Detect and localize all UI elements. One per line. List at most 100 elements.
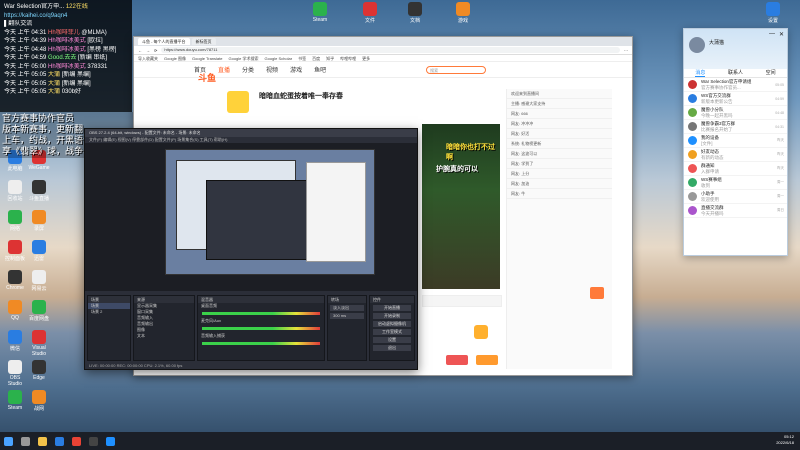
- desktop-icon[interactable]: Steam: [2, 390, 28, 411]
- bookmark-item[interactable]: 导入收藏夹: [138, 55, 158, 61]
- duration-field[interactable]: 300 ms: [330, 313, 364, 319]
- desktop-icon[interactable]: Steam: [307, 2, 333, 23]
- conversation-item[interactable]: 直播交流群 今天开播吗 周日: [684, 204, 787, 218]
- refresh-icon[interactable]: ⟳: [154, 48, 157, 53]
- volume-meter[interactable]: [202, 327, 320, 330]
- obs-control-button[interactable]: 退出: [373, 345, 411, 351]
- send-button[interactable]: [590, 287, 604, 299]
- conversation-item[interactable]: 魔兽争霸3官方群 比赛报名开始了 04:31: [684, 120, 787, 134]
- nav-item[interactable]: 鱼吧: [314, 65, 326, 74]
- conversation-item[interactable]: WS赛事组 收到 周一: [684, 176, 787, 190]
- desktop-icon[interactable]: Chrome: [2, 270, 28, 291]
- tab-contacts[interactable]: 联系人: [728, 69, 743, 77]
- desktop-icon[interactable]: OBS Studio: [2, 360, 28, 387]
- site-logo[interactable]: 斗鱼: [198, 71, 216, 84]
- bookmark-item[interactable]: 哔哩哔哩: [340, 55, 356, 61]
- obs-control-button[interactable]: 开始录制: [373, 313, 411, 319]
- nav-item[interactable]: 直播: [218, 65, 230, 74]
- desktop-icon[interactable]: Edge: [26, 360, 52, 381]
- obs-preview[interactable]: [85, 143, 417, 291]
- bookmark-item[interactable]: Google 学术搜索: [228, 55, 258, 61]
- site-search-input[interactable]: 搜索: [426, 65, 487, 74]
- desktop-icon[interactable]: 文档: [402, 2, 428, 24]
- conversation-item[interactable]: War Selection官方申请组 官方赛事协作官员... 05:05: [684, 78, 787, 92]
- controls-dock: 控件 开始直播 开始录制 启动虚拟摄像机 工作室模式 设置 退出: [369, 295, 415, 361]
- chat-message: 网友: 666: [507, 109, 612, 119]
- log-time: 今天 上午 04:59: [4, 55, 49, 61]
- bottom-gift-button[interactable]: [474, 325, 488, 339]
- bookmark-item[interactable]: 百度: [312, 55, 320, 61]
- desktop-icon[interactable]: 控制面板: [2, 240, 28, 262]
- conversation-item[interactable]: 魔兽小分队 今晚一起开黑吗 04:48: [684, 106, 787, 120]
- url-field[interactable]: https://www.douyu.com/78711: [161, 47, 620, 53]
- overlay-link[interactable]: https://kaihei.co/q9aqn4: [4, 12, 128, 21]
- bookmark-item[interactable]: Google Scholar: [265, 55, 293, 61]
- volume-meter[interactable]: [202, 342, 320, 345]
- start-icon[interactable]: [4, 436, 13, 446]
- system-tray-clock[interactable]: 05:12 2022/6/18: [776, 434, 794, 446]
- desktop-icon[interactable]: QQ: [2, 300, 28, 321]
- bookmark-item[interactable]: 更多: [362, 55, 370, 61]
- overlay-channel[interactable]: ▌翻队交流: [4, 20, 128, 29]
- desktop-icon[interactable]: 设置: [760, 2, 786, 24]
- bottom-action-button[interactable]: [476, 355, 498, 365]
- desktop-icon[interactable]: 网络: [2, 210, 28, 232]
- desktop-icon[interactable]: 录屏: [26, 210, 52, 232]
- browser-tab[interactable]: 新标签页: [191, 38, 216, 45]
- scene-item[interactable]: 场景 2: [88, 309, 130, 315]
- bookmark-item[interactable]: Google 图像: [164, 55, 186, 61]
- bookmark-item[interactable]: 知乎: [326, 55, 334, 61]
- bookmark-item[interactable]: Google Translate: [192, 55, 222, 61]
- menu-icon[interactable]: ⋯: [624, 48, 628, 53]
- obs-control-button[interactable]: 工作室模式: [373, 329, 411, 335]
- desktop-icon[interactable]: Visual Studio: [26, 330, 52, 357]
- conversation-item[interactable]: 好友动态 有新的动态 昨天: [684, 148, 787, 162]
- live-video[interactable]: 暗暗你也打不过啊 护腕真的可以: [422, 124, 500, 289]
- conversation-preview: 有新的动态: [701, 154, 724, 160]
- obs-control-button[interactable]: 启动虚拟摄像机: [373, 321, 411, 327]
- search-icon[interactable]: [21, 436, 30, 446]
- edge-icon[interactable]: [55, 436, 64, 446]
- tab-messages[interactable]: 消息: [695, 69, 706, 77]
- chrome-icon[interactable]: [72, 436, 81, 446]
- desktop-icon[interactable]: 游戏: [450, 2, 476, 24]
- desktop-icon-label: 文档: [409, 18, 420, 24]
- back-icon[interactable]: ←: [138, 48, 142, 53]
- desktop-icon[interactable]: 回收站: [2, 180, 28, 202]
- explorer-icon[interactable]: [38, 436, 47, 446]
- nav-item[interactable]: 视频: [266, 65, 278, 74]
- tab-space[interactable]: 空间: [766, 69, 776, 77]
- conversation-item[interactable]: 我的设备 [文件] 昨天: [684, 134, 787, 148]
- desktop-icon[interactable]: 百度网盘: [26, 300, 52, 322]
- conversation-item[interactable]: WS官方交流群 新版本更新公告 04:59: [684, 92, 787, 106]
- log-time: 今天 上午 04:39: [4, 38, 49, 44]
- nav-item[interactable]: 分类: [242, 65, 254, 74]
- conversation-item[interactable]: 小助手 欢迎使用 周一: [684, 190, 787, 204]
- desktop-icon-label: 文件: [364, 18, 375, 24]
- minimize-icon[interactable]: —: [769, 31, 775, 37]
- desktop-icon[interactable]: 微信: [2, 330, 28, 352]
- obs-control-button[interactable]: 开始直播: [373, 305, 411, 311]
- obs-control-button[interactable]: 设置: [373, 337, 411, 343]
- browser-tab[interactable]: 斗鱼 - 每个人的直播平台: [138, 38, 190, 45]
- qq-icon[interactable]: [106, 436, 115, 446]
- chat-message: 网友: 冲冲冲: [507, 119, 612, 129]
- volume-meter[interactable]: [202, 312, 320, 315]
- transition-select[interactable]: 淡入淡出: [330, 305, 364, 311]
- desktop-icon[interactable]: 迅雷: [26, 240, 52, 262]
- streamer-avatar[interactable]: [227, 91, 249, 113]
- desktop-icon[interactable]: 网易云: [26, 270, 52, 292]
- desktop-icon[interactable]: 战网: [26, 390, 52, 412]
- source-item[interactable]: 文本: [134, 333, 194, 339]
- bookmark-item[interactable]: 书签: [298, 55, 306, 61]
- bottom-action-button[interactable]: [446, 355, 468, 365]
- desktop-icon[interactable]: 文件: [357, 2, 383, 24]
- chat-message: 网友: 加油: [507, 179, 612, 189]
- forward-icon[interactable]: →: [146, 48, 150, 53]
- nav-item[interactable]: 游戏: [290, 65, 302, 74]
- conversation-item[interactable]: 群通知 入群申请 昨天: [684, 162, 787, 176]
- desktop-icon[interactable]: 斗鱼直播: [26, 180, 52, 202]
- close-icon[interactable]: ✕: [779, 31, 784, 38]
- obs-icon[interactable]: [89, 436, 98, 446]
- avatar[interactable]: [689, 37, 705, 53]
